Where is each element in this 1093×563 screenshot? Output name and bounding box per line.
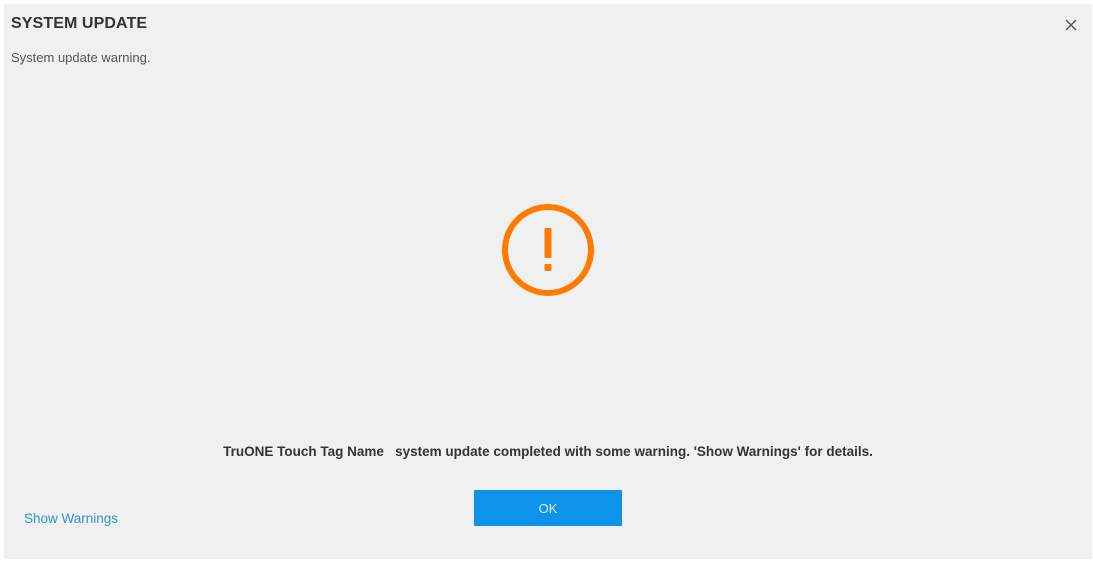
dialog-subtitle: System update warning.	[11, 50, 151, 65]
close-icon	[1065, 19, 1077, 31]
show-warnings-link[interactable]: Show Warnings	[24, 511, 118, 526]
close-button[interactable]	[1060, 14, 1082, 36]
status-message: TruONE Touch Tag Name system update comp…	[223, 444, 873, 459]
system-update-dialog: SYSTEM UPDATE System update warning. Tru…	[4, 4, 1092, 559]
warning-circle-icon	[502, 204, 594, 296]
dialog-title: SYSTEM UPDATE	[11, 15, 148, 32]
ok-button[interactable]: OK	[474, 490, 622, 526]
